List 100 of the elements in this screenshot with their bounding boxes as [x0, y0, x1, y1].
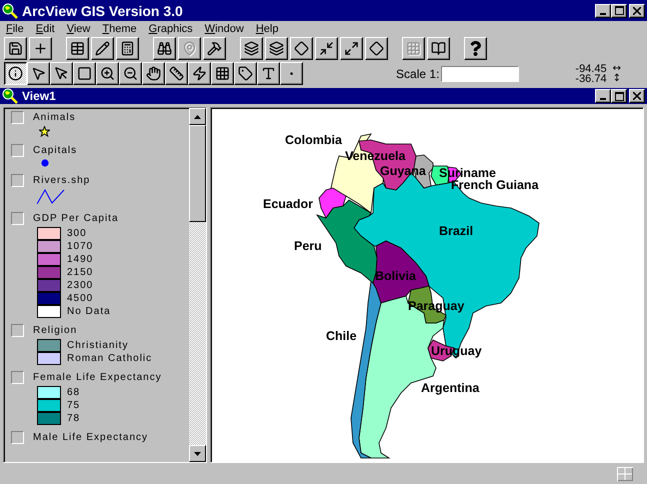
country-label: Ecuador: [263, 197, 314, 211]
class-label: 68: [67, 386, 80, 398]
table-icon: [70, 41, 85, 56]
toolbar-button[interactable]: [365, 37, 388, 60]
arrows-in-icon: [319, 41, 334, 56]
layer-checkbox[interactable]: [11, 431, 24, 444]
zoom-in-icon: [100, 66, 115, 81]
layer-checkbox[interactable]: [11, 111, 24, 124]
layer-name: Male Life Expectancy: [33, 432, 148, 443]
close-button[interactable]: [629, 4, 645, 18]
toolbar-button[interactable]: [315, 37, 338, 60]
close-icon: [633, 6, 641, 14]
info-icon: [8, 66, 23, 81]
country-label: Chile: [326, 329, 357, 343]
scroll-up-button[interactable]: [189, 108, 206, 125]
menu-item[interactable]: Graphics: [142, 22, 199, 34]
toolbar-button[interactable]: [203, 37, 226, 60]
zigzag-line-icon: [37, 189, 65, 205]
close-button[interactable]: [629, 89, 645, 103]
dot-icon: [41, 159, 49, 167]
text-icon: [261, 66, 276, 81]
menu-item[interactable]: Help: [250, 22, 284, 34]
layer-checkbox[interactable]: [11, 371, 24, 384]
minimize-icon: [600, 12, 606, 14]
toolbar-button[interactable]: [4, 37, 27, 60]
class-label: 4500: [67, 292, 94, 304]
coordinate-value: -36.74: [575, 74, 607, 84]
class-label: 1490: [67, 254, 94, 264]
pencil-icon: [95, 41, 110, 56]
menu-item[interactable]: Window: [198, 22, 250, 34]
diamond-icon: [294, 41, 309, 56]
hand-icon: [146, 66, 161, 81]
toolbar-button[interactable]: [464, 37, 487, 60]
maximize-button[interactable]: [611, 4, 627, 18]
toolbar-button[interactable]: [240, 37, 263, 60]
ruler-icon: [169, 66, 184, 81]
class-label: 300: [67, 228, 87, 238]
maximize-icon: [614, 6, 624, 15]
menu-item[interactable]: File: [0, 22, 30, 34]
zoom-out-icon: [123, 66, 138, 81]
toolbar-button[interactable]: [116, 37, 139, 60]
tool-button[interactable]: [4, 62, 27, 85]
help-icon: [468, 41, 483, 56]
maximize-icon: [614, 92, 624, 100]
calculator-icon: [120, 41, 135, 56]
coordinate-arrow: ↕: [612, 74, 621, 84]
class-label: 2150: [67, 266, 94, 278]
maximize-button[interactable]: [611, 89, 627, 103]
toolbar-button[interactable]: [153, 37, 176, 60]
grid-icon: [406, 41, 421, 56]
minimize-icon: [600, 98, 606, 100]
layer-name: Rivers.shp: [33, 175, 90, 186]
toolbar-button[interactable]: [340, 37, 363, 60]
toolbar-button[interactable]: [427, 37, 450, 60]
tag-icon: [238, 66, 253, 81]
star-icon: [39, 126, 50, 137]
layer-checkbox[interactable]: [11, 324, 24, 337]
layer-checkbox[interactable]: [11, 174, 24, 187]
binoculars-icon: [157, 41, 172, 56]
country-label: Colombia: [285, 133, 342, 147]
country-label: Bolivia: [375, 269, 416, 283]
menu-item[interactable]: Theme: [96, 22, 143, 34]
view-title: View1: [22, 89, 57, 103]
globe-magnifier-icon: [2, 2, 18, 18]
hammer-icon: [207, 41, 222, 56]
layer-checkbox[interactable]: [11, 144, 24, 157]
layer-checkbox[interactable]: [11, 212, 24, 225]
coordinate-arrow: ↔: [612, 64, 621, 74]
layer-name: Capitals: [33, 145, 78, 156]
country-label: Peru: [294, 239, 322, 253]
up-arrow-icon: [194, 114, 201, 118]
class-label: 78: [67, 412, 80, 424]
menu-item[interactable]: Edit: [30, 22, 61, 34]
diamond-icon: [369, 41, 384, 56]
scale-field[interactable]: [441, 66, 520, 82]
toolbar-button[interactable]: [290, 37, 313, 60]
class-label: Christianity: [67, 340, 128, 350]
class-label: 2300: [67, 280, 94, 290]
toolbar-button[interactable]: [66, 37, 89, 60]
book-icon: [431, 41, 446, 56]
toolbar-button[interactable]: [91, 37, 114, 60]
scroll-thumb[interactable]: [189, 125, 206, 222]
menu-item[interactable]: View: [60, 22, 96, 34]
toolbar-button[interactable]: [265, 37, 288, 60]
class-label: Roman Catholic: [67, 352, 152, 364]
plus-icon: [33, 41, 48, 56]
pointer-icon: [54, 66, 69, 81]
save-icon: [8, 41, 23, 56]
minimize-button[interactable]: [595, 89, 611, 103]
toolbar-button[interactable]: [29, 37, 52, 60]
window-title: ArcView GIS Version 3.0: [22, 2, 184, 18]
globe-magnifier-icon: [2, 88, 18, 104]
scroll-down-button[interactable]: [189, 445, 206, 462]
layer-name: GDP Per Capita: [33, 213, 119, 224]
country-label: Argentina: [421, 381, 480, 395]
class-label: No Data: [67, 306, 111, 316]
minimize-button[interactable]: [595, 4, 611, 18]
grid-icon: [617, 466, 633, 480]
close-icon: [633, 92, 641, 100]
layers-icon: [244, 41, 259, 56]
